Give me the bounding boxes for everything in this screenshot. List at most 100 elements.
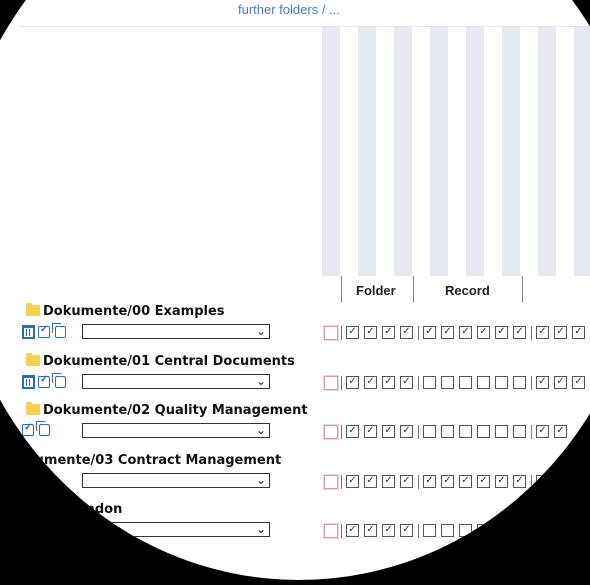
group-divider bbox=[531, 375, 532, 390]
permission-checkbox[interactable]: ✓ bbox=[382, 425, 395, 439]
copy-icon[interactable] bbox=[36, 421, 50, 436]
folder-title: te/04 London bbox=[26, 502, 122, 517]
role-select[interactable]: ⌄ bbox=[82, 324, 270, 339]
permission-checkbox[interactable]: ✓ bbox=[495, 475, 508, 489]
permission-checkbox[interactable]: ✓ bbox=[536, 425, 549, 439]
permission-checkbox[interactable]: ✓ bbox=[477, 475, 490, 489]
group-divider bbox=[531, 474, 532, 489]
folder-title: Dokumente/01 Central Documents bbox=[26, 353, 295, 369]
folder-path: Dokumente/00 Examples bbox=[43, 304, 225, 319]
permission-checkbox[interactable]: ✓ bbox=[441, 475, 454, 489]
permission-checkbox[interactable] bbox=[441, 425, 454, 439]
permission-checkbox[interactable] bbox=[477, 524, 490, 538]
permission-checkbox[interactable]: ✓ bbox=[513, 326, 526, 340]
trash-icon[interactable] bbox=[22, 375, 35, 389]
permission-checkboxes: ✓ ✓ ✓ ✓ ✓ ✓ ✓ ✓ ✓ ✓ ✓ bbox=[324, 473, 554, 489]
role-select[interactable]: ⌄ bbox=[82, 423, 270, 438]
column-stripe bbox=[466, 27, 484, 276]
column-header-record: Record bbox=[445, 283, 490, 298]
permission-checkbox[interactable]: ✓ bbox=[572, 376, 585, 390]
permission-checkbox[interactable]: ✓ bbox=[400, 425, 413, 439]
permission-checkbox[interactable]: ✓ bbox=[346, 376, 359, 390]
permission-checkbox[interactable] bbox=[513, 376, 526, 390]
inherit-checkbox[interactable] bbox=[324, 474, 338, 489]
group-divider bbox=[418, 523, 419, 538]
trash-icon[interactable] bbox=[22, 325, 35, 339]
group-divider bbox=[418, 474, 419, 489]
permission-checkbox[interactable]: ✓ bbox=[364, 376, 377, 390]
permission-checkbox[interactable] bbox=[441, 376, 454, 390]
permission-checkbox[interactable]: ✓ bbox=[400, 376, 413, 390]
permission-checkbox[interactable]: ✓ bbox=[423, 326, 436, 340]
inherit-checkbox[interactable] bbox=[324, 424, 338, 439]
permission-checkbox[interactable]: ✓ bbox=[346, 524, 359, 538]
permission-checkbox[interactable]: ✓ bbox=[364, 524, 377, 538]
permission-checkbox[interactable]: ✓ bbox=[364, 425, 377, 439]
folder-path: kumente/03 Contract Management bbox=[26, 453, 282, 468]
permission-checkbox[interactable]: ✓ bbox=[536, 475, 549, 489]
check-all-icon[interactable] bbox=[38, 324, 50, 338]
permission-checkbox[interactable] bbox=[423, 425, 436, 439]
permission-checkbox[interactable] bbox=[423, 524, 436, 538]
row-actions bbox=[22, 421, 51, 439]
viewport-circle: further folders / ... Folder Record Doku… bbox=[0, 0, 590, 580]
permission-checkbox[interactable]: ✓ bbox=[554, 326, 567, 340]
copy-icon[interactable] bbox=[52, 373, 66, 388]
permission-checkbox[interactable]: ✓ bbox=[459, 326, 472, 340]
permission-checkbox[interactable]: ✓ bbox=[364, 475, 377, 489]
check-all-icon[interactable] bbox=[22, 422, 34, 436]
copy-icon[interactable] bbox=[52, 323, 66, 338]
column-header-folder: Folder bbox=[356, 283, 396, 298]
permission-checkbox[interactable]: ✓ bbox=[346, 425, 359, 439]
permission-checkbox[interactable]: ✓ bbox=[382, 475, 395, 489]
permission-checkbox[interactable]: ✓ bbox=[536, 376, 549, 390]
permission-checkbox[interactable] bbox=[477, 376, 490, 390]
permission-checkbox[interactable] bbox=[495, 376, 508, 390]
permission-checkbox[interactable]: ✓ bbox=[382, 524, 395, 538]
folder-icon bbox=[26, 353, 40, 366]
folder-icon bbox=[26, 402, 40, 415]
permission-checkbox[interactable]: ✓ bbox=[495, 326, 508, 340]
group-divider bbox=[418, 325, 419, 340]
folder-path: Dokumente/01 Central Documents bbox=[43, 354, 295, 369]
permission-checkbox[interactable] bbox=[513, 425, 526, 439]
permission-checkbox[interactable]: ✓ bbox=[441, 326, 454, 340]
permission-checkbox[interactable]: ✓ bbox=[364, 326, 377, 340]
permission-checkbox[interactable]: ✓ bbox=[400, 475, 413, 489]
permission-checkbox[interactable] bbox=[441, 524, 454, 538]
column-stripe bbox=[430, 27, 448, 276]
permission-checkbox[interactable] bbox=[459, 376, 472, 390]
permission-checkbox[interactable]: ✓ bbox=[536, 326, 549, 340]
role-select[interactable]: ⌄ bbox=[82, 522, 270, 537]
copy-icon[interactable] bbox=[21, 471, 35, 486]
folder-title: kumente/03 Contract Management bbox=[26, 453, 281, 468]
group-divider bbox=[418, 375, 419, 390]
role-select[interactable]: ⌄ bbox=[82, 374, 270, 389]
permission-checkbox[interactable]: ✓ bbox=[423, 475, 436, 489]
permission-checkbox[interactable]: ✓ bbox=[513, 475, 526, 489]
role-select[interactable]: ⌄ bbox=[82, 473, 270, 488]
permission-checkbox[interactable] bbox=[459, 524, 472, 538]
permission-checkbox[interactable]: ✓ bbox=[346, 326, 359, 340]
permission-checkbox[interactable] bbox=[459, 425, 472, 439]
permission-checkbox[interactable] bbox=[423, 376, 436, 390]
permission-checkbox[interactable]: ✓ bbox=[346, 475, 359, 489]
row-actions bbox=[22, 373, 67, 390]
check-all-icon[interactable] bbox=[38, 374, 50, 388]
permission-checkbox[interactable]: ✓ bbox=[400, 524, 413, 538]
permission-checkbox[interactable]: ✓ bbox=[382, 326, 395, 340]
chevron-down-icon: ⌄ bbox=[255, 374, 266, 388]
inherit-checkbox[interactable] bbox=[324, 523, 338, 538]
inherit-checkbox[interactable] bbox=[324, 375, 338, 390]
permission-checkbox[interactable]: ✓ bbox=[459, 475, 472, 489]
inherit-checkbox[interactable] bbox=[324, 325, 338, 340]
permission-checkbox[interactable] bbox=[495, 425, 508, 439]
permission-checkbox[interactable]: ✓ bbox=[554, 425, 567, 439]
permission-checkbox[interactable] bbox=[477, 425, 490, 439]
permission-checkbox[interactable]: ✓ bbox=[554, 376, 567, 390]
further-folders-link[interactable]: further folders / ... bbox=[238, 2, 340, 17]
permission-checkbox[interactable]: ✓ bbox=[477, 326, 490, 340]
permission-checkbox[interactable]: ✓ bbox=[572, 326, 585, 340]
permission-checkbox[interactable]: ✓ bbox=[400, 326, 413, 340]
permission-checkbox[interactable]: ✓ bbox=[382, 376, 395, 390]
